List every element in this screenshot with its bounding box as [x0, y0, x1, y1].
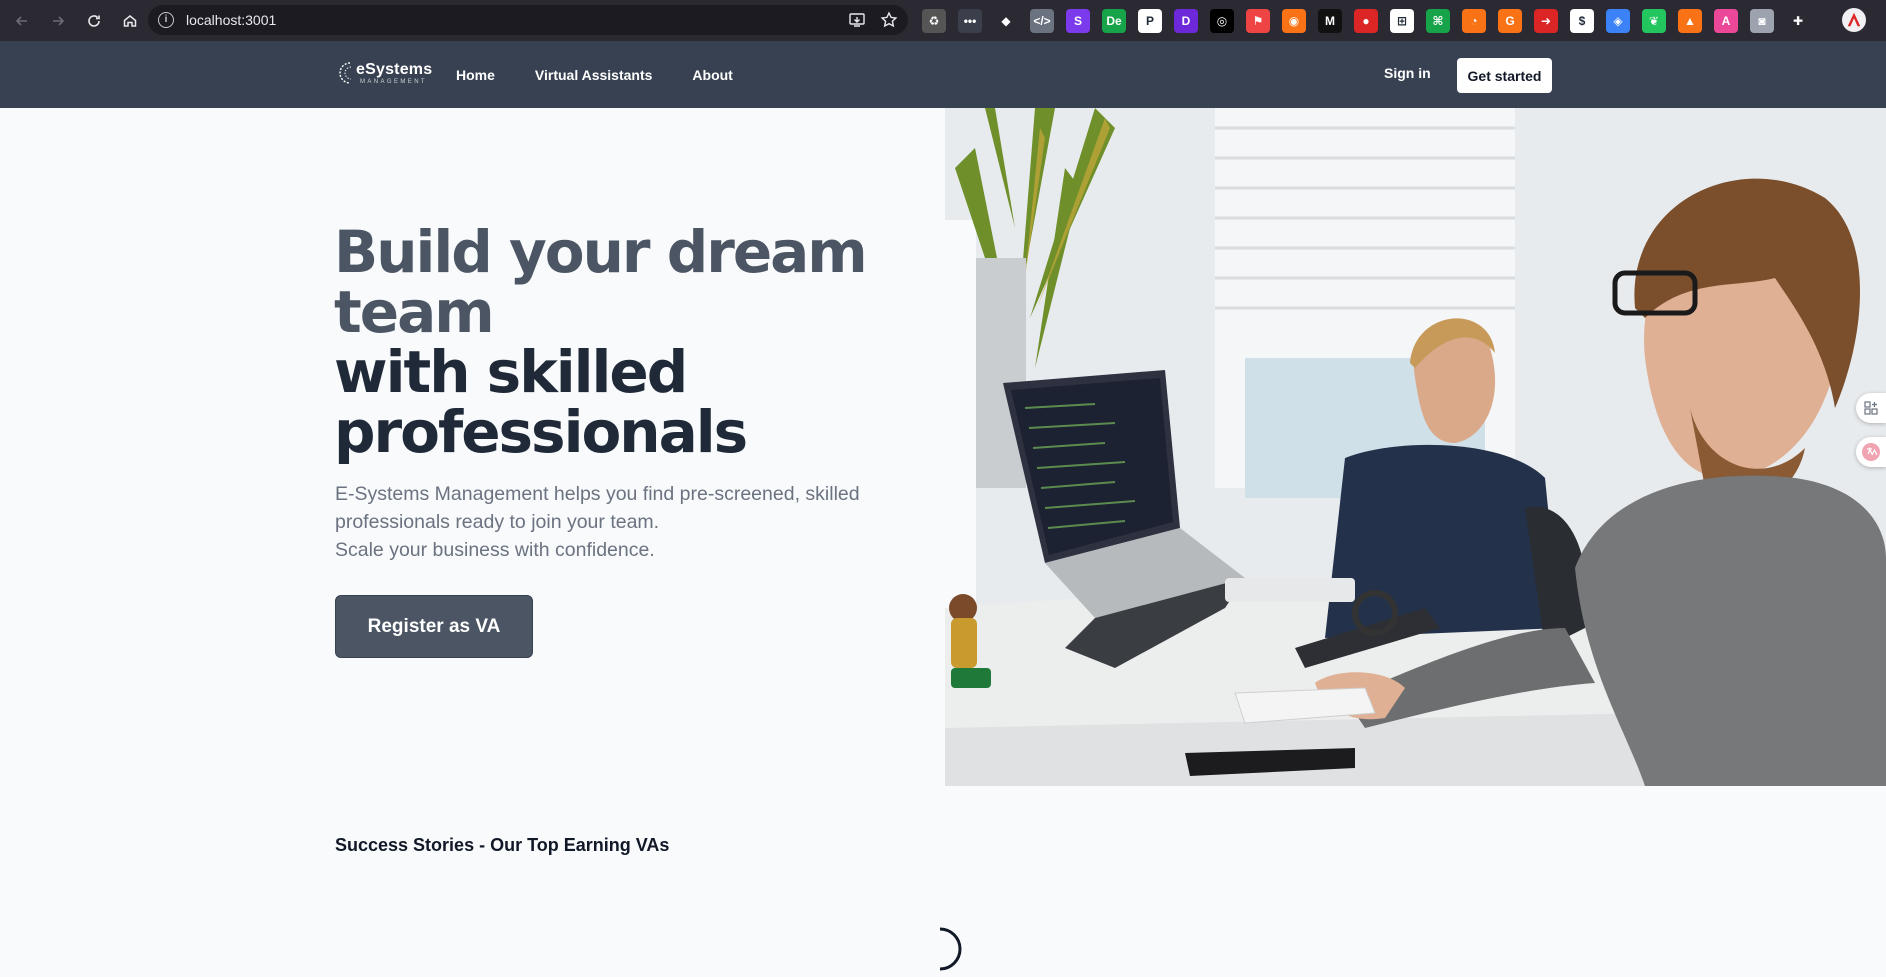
logo[interactable]: eSystems MANAGEMENT	[338, 60, 432, 86]
loading-spinner-icon	[939, 927, 962, 971]
bookmark-star-icon[interactable]	[880, 11, 898, 29]
register-as-va-button[interactable]: Register as VA	[335, 595, 533, 658]
back-button[interactable]	[8, 7, 36, 35]
profile-icon	[1847, 12, 1861, 27]
home-button[interactable]	[116, 7, 144, 35]
fox-ext-icon[interactable]: ▲	[1678, 9, 1702, 33]
hero-photo	[945, 108, 1886, 786]
puzzle-ext-icon[interactable]: ✚	[1786, 9, 1810, 33]
tag-ext-icon[interactable]: ◆	[994, 9, 1018, 33]
get-started-button[interactable]: Get started	[1457, 58, 1552, 93]
screenshot-ext-icon[interactable]: ◙	[1750, 9, 1774, 33]
translate-ext-icon[interactable]: A	[1714, 9, 1738, 33]
hero-description-line-2: Scale your business with confidence.	[335, 539, 655, 561]
map-ext-icon[interactable]: ◈	[1606, 9, 1630, 33]
d-ext-icon[interactable]: D	[1174, 9, 1198, 33]
address-bar[interactable]: i localhost:3001	[148, 5, 908, 35]
reload-icon	[88, 14, 100, 27]
side-widget-apps-button[interactable]	[1856, 393, 1886, 423]
hero-description: E-Systems Management helps you find pre-…	[335, 480, 895, 564]
logo-name: eSystems	[356, 60, 433, 78]
forward-arrow-icon	[53, 15, 65, 26]
translate-icon	[1862, 443, 1880, 461]
apps-grid-icon	[1864, 401, 1878, 415]
nav-virtual-assistants[interactable]: Virtual Assistants	[535, 67, 653, 83]
office-workers-photo	[945, 108, 1886, 786]
orange-ext-icon[interactable]: ◔	[1462, 9, 1486, 33]
reload-button[interactable]	[80, 7, 108, 35]
success-stories-heading: Success Stories - Our Top Earning VAs	[335, 835, 670, 855]
extensions-bar: ♻ ••• ◆ </> S De P D ◎ ⚑ ◉ M ● ⊞ ⌘ ◔ G ➜ $ ◈ ❦ ▲ A ◙ ✚	[922, 9, 1810, 33]
forward-button[interactable]	[44, 7, 72, 35]
red-ext-icon[interactable]: ●	[1354, 9, 1378, 33]
flag-ext-icon[interactable]: ⚑	[1246, 9, 1270, 33]
code-ext-icon[interactable]: </>	[1030, 9, 1054, 33]
hero-title-line-1: Build your dream team	[334, 218, 868, 346]
dots-ext-icon[interactable]: •••	[958, 9, 982, 33]
sign-in-link[interactable]: Sign in	[1384, 65, 1431, 81]
hero-title: Build your dream team with skilled profe…	[334, 222, 894, 462]
hero-description-line-1: E-Systems Management helps you find pre-…	[335, 483, 860, 533]
recycle-ext-icon[interactable]: ♻	[922, 9, 946, 33]
nav-home[interactable]: Home	[456, 67, 495, 83]
url-text[interactable]: localhost:3001	[186, 12, 276, 28]
logo-mark-icon	[339, 62, 352, 84]
back-arrow-icon	[15, 15, 27, 26]
home-icon	[123, 14, 137, 27]
m-ext-icon[interactable]: M	[1318, 9, 1342, 33]
nav-about[interactable]: About	[692, 67, 732, 83]
profile-avatar[interactable]	[1842, 8, 1866, 32]
green-ext-icon[interactable]: ⌘	[1426, 9, 1450, 33]
arrow-ext-icon[interactable]: ➜	[1534, 9, 1558, 33]
cart-ext-icon[interactable]: ⊞	[1390, 9, 1414, 33]
g-ext-icon[interactable]: G	[1498, 9, 1522, 33]
de-ext-icon[interactable]: De	[1102, 9, 1126, 33]
leaf-ext-icon[interactable]: ❦	[1642, 9, 1666, 33]
logo-tagline: MANAGEMENT	[360, 78, 428, 85]
install-app-icon[interactable]	[848, 11, 866, 29]
site-info-icon[interactable]: i	[158, 12, 174, 28]
camera-ext-icon[interactable]: ◉	[1282, 9, 1306, 33]
openai-ext-icon[interactable]: ◎	[1210, 9, 1234, 33]
browser-toolbar: i localhost:3001 ♻ ••• ◆ </> S De P D ◎ ⚑ ◉ M ● ⊞ ⌘ ◔ G ➜…	[0, 0, 1886, 41]
side-widget-translate-button[interactable]	[1856, 437, 1886, 467]
site-header: eSystems MANAGEMENT Home Virtual Assista…	[0, 41, 1886, 108]
s-ext-icon[interactable]: S	[1066, 9, 1090, 33]
p-ext-icon[interactable]: P	[1138, 9, 1162, 33]
hero-title-line-2: with skilled professionals	[334, 338, 748, 466]
dollar-ext-icon[interactable]: $	[1570, 9, 1594, 33]
main-nav: Home Virtual Assistants About	[456, 41, 733, 108]
